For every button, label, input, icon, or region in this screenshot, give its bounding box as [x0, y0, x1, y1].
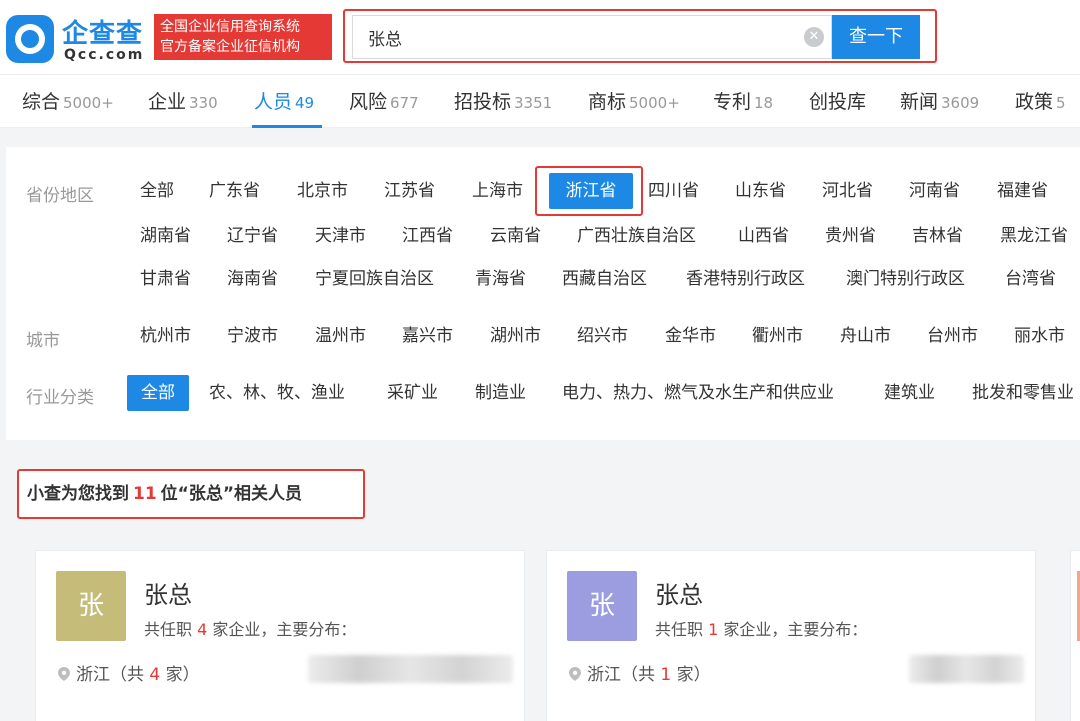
city-option[interactable]: 湖州市: [490, 318, 541, 354]
tab-patent[interactable]: 专利 18: [713, 87, 773, 114]
industry-option[interactable]: 建筑业: [884, 375, 935, 411]
industry-option[interactable]: 农、林、牧、渔业: [209, 375, 345, 411]
qcc-logo-icon: [6, 15, 54, 63]
province-option[interactable]: 北京市: [297, 173, 348, 209]
province-option[interactable]: 山西省: [738, 218, 789, 254]
province-option[interactable]: 江苏省: [384, 173, 435, 209]
province-option[interactable]: 湖南省: [140, 218, 191, 254]
province-option[interactable]: 山东省: [735, 173, 786, 209]
industry-option-selected[interactable]: 全部: [127, 375, 189, 411]
category-tabs: 综合 5000+ 企业 330 人员 49 风险 677 招投标 3351 商标 5000+…: [0, 74, 1080, 128]
province-option[interactable]: 宁夏回族自治区: [315, 261, 434, 297]
person-name[interactable]: 张总: [144, 575, 192, 610]
city-option[interactable]: 嘉兴市: [402, 318, 453, 354]
location-pin-icon: [569, 667, 581, 681]
person-card[interactable]: 张 张总 共任职 4 家企业，主要分布： 浙江（共 4 家）: [35, 550, 525, 721]
brand-domain: Qcc.com: [64, 47, 145, 63]
province-option[interactable]: 香港特别行政区: [686, 261, 805, 297]
result-summary: 小查为您找到 11 位“张总”相关人员: [17, 469, 365, 519]
province-option[interactable]: 台湾省: [1005, 261, 1056, 297]
city-filter-label: 城市: [26, 331, 60, 351]
result-count: 11: [133, 484, 157, 504]
city-option[interactable]: 金华市: [665, 318, 716, 354]
city-option[interactable]: 台州市: [927, 318, 978, 354]
tab-news[interactable]: 新闻 3609: [900, 87, 979, 114]
city-option[interactable]: 舟山市: [840, 318, 891, 354]
header: 企查查 Qcc.com 全国企业信用查询系统 官方备案企业征信机构 ✕ 查一下: [0, 0, 1080, 74]
province-option[interactable]: 上海市: [472, 173, 523, 209]
person-card[interactable]: 张 张总 共任职 1 家企业，主要分布： 浙江（共 1 家）: [546, 550, 1036, 721]
tab-policy[interactable]: 政策 5: [1015, 87, 1066, 114]
active-tab-indicator: [252, 125, 322, 128]
tab-company[interactable]: 企业 330: [148, 87, 218, 114]
city-option[interactable]: 温州市: [315, 318, 366, 354]
search-input[interactable]: [352, 15, 792, 59]
position-summary: 共任职 1 家企业，主要分布：: [655, 620, 868, 639]
city-option[interactable]: 绍兴市: [577, 318, 628, 354]
tab-comprehensive[interactable]: 综合 5000+: [22, 87, 114, 114]
industry-option[interactable]: 批发和零售业: [972, 375, 1074, 411]
province-option[interactable]: 青海省: [475, 261, 526, 297]
province-option[interactable]: 广西壮族自治区: [577, 218, 696, 254]
clear-icon[interactable]: ✕: [804, 27, 824, 47]
industry-option[interactable]: 制造业: [475, 375, 526, 411]
province-option[interactable]: 江西省: [402, 218, 453, 254]
province-option[interactable]: 广东省: [209, 173, 260, 209]
avatar[interactable]: 张: [567, 571, 637, 641]
industry-filter-label: 行业分类: [26, 388, 94, 408]
blurred-company-name: [308, 655, 513, 683]
province-option[interactable]: 辽宁省: [227, 218, 278, 254]
brand-name: 企查查: [62, 19, 144, 49]
industry-option[interactable]: 电力、热力、燃气及水生产和供应业: [562, 375, 834, 411]
search-button[interactable]: 查一下: [832, 15, 920, 59]
tab-trademark[interactable]: 商标 5000+: [588, 87, 680, 114]
industry-option[interactable]: 采矿业: [387, 375, 438, 411]
city-option[interactable]: 杭州市: [140, 318, 191, 354]
person-name[interactable]: 张总: [655, 575, 703, 610]
avatar[interactable]: 张: [56, 571, 126, 641]
province-option[interactable]: 黑龙江省: [1000, 218, 1068, 254]
tab-people[interactable]: 人员 49: [254, 87, 314, 114]
slogan-badge: 全国企业信用查询系统 官方备案企业征信机构: [154, 14, 332, 60]
province-option[interactable]: 西藏自治区: [562, 261, 647, 297]
filter-panel: 省份地区 全部 广东省 北京市 江苏省 上海市 浙江省 四川省 山东省 河北省 …: [6, 147, 1080, 440]
province-option[interactable]: 河北省: [822, 173, 873, 209]
person-card-partial[interactable]: [1070, 550, 1080, 721]
qcc-logo[interactable]: 企查查 Qcc.com: [6, 13, 154, 63]
province-option[interactable]: 云南省: [490, 218, 541, 254]
location-pin-icon: [58, 667, 70, 681]
province-option[interactable]: 海南省: [227, 261, 278, 297]
city-option[interactable]: 衢州市: [752, 318, 803, 354]
province-option[interactable]: 贵州省: [825, 218, 876, 254]
location-summary: 浙江（共 1 家）: [569, 660, 711, 685]
slogan-line-1: 全国企业信用查询系统: [160, 19, 300, 35]
province-option[interactable]: 吉林省: [912, 218, 963, 254]
province-option[interactable]: 福建省: [997, 173, 1048, 209]
selected-province-highlight: [535, 166, 643, 216]
province-option[interactable]: 甘肃省: [140, 261, 191, 297]
province-filter-label: 省份地区: [26, 186, 94, 206]
tab-venture[interactable]: 创投库: [809, 87, 866, 114]
province-option[interactable]: 全部: [140, 173, 174, 209]
blurred-company-name: [909, 655, 1024, 683]
province-option[interactable]: 河南省: [909, 173, 960, 209]
city-option[interactable]: 宁波市: [227, 318, 278, 354]
tab-risk[interactable]: 风险 677: [349, 87, 419, 114]
province-option[interactable]: 澳门特别行政区: [846, 261, 965, 297]
province-option[interactable]: 四川省: [648, 173, 699, 209]
city-option[interactable]: 丽水市: [1014, 318, 1065, 354]
location-summary: 浙江（共 4 家）: [58, 660, 200, 685]
slogan-line-2: 官方备案企业征信机构: [160, 39, 300, 55]
position-summary: 共任职 4 家企业，主要分布：: [144, 620, 357, 639]
province-option[interactable]: 天津市: [315, 218, 366, 254]
tab-bidding[interactable]: 招投标 3351: [454, 87, 552, 114]
